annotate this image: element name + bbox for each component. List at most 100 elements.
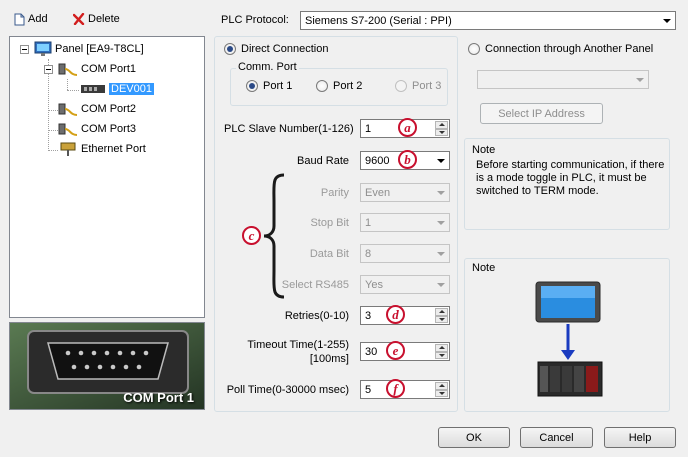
another-panel-radio[interactable]: Connection through Another Panel: [468, 43, 653, 55]
tree-item-dev001[interactable]: DEV001: [80, 81, 154, 97]
poll-time-value: 5: [365, 383, 372, 396]
connection-diagram: [535, 281, 603, 397]
radio-selected-icon: [246, 80, 258, 92]
data-bit-label: Data Bit: [309, 248, 349, 260]
tree-label-com-port2: COM Port2: [81, 103, 137, 115]
new-document-icon: [14, 13, 25, 25]
poll-time-label: Poll Time(0-30000 msec): [226, 384, 349, 396]
spin-buttons[interactable]: [435, 121, 448, 136]
port2-label: Port 2: [333, 80, 363, 92]
retries-input[interactable]: 3: [360, 306, 450, 325]
data-bit-value: 8: [365, 247, 372, 260]
callout-e: e: [386, 341, 405, 360]
select-ip-button[interactable]: Select IP Address: [480, 103, 603, 124]
radio-unselected-icon: [468, 43, 480, 55]
chevron-down-icon: [433, 246, 448, 261]
device-tree[interactable]: Panel [EA9-T8CL] COM Port1 DEV001 COM Po…: [9, 36, 205, 318]
callout-f: f: [386, 379, 405, 398]
tree-label-panel: Panel [EA9-T8CL]: [55, 43, 144, 55]
slave-number-label: PLC Slave Number(1-126): [224, 123, 354, 135]
rs485-select[interactable]: Yes: [360, 275, 450, 294]
stop-bit-label: Stop Bit: [310, 217, 349, 229]
tree-item-com-port1[interactable]: COM Port1: [58, 61, 136, 77]
parity-select[interactable]: Even: [360, 183, 450, 202]
note1-title: Note: [472, 144, 496, 156]
chevron-down-icon: [659, 13, 674, 28]
tree-label-com-port1: COM Port1: [81, 63, 137, 75]
tree-label-com-port3: COM Port3: [81, 123, 137, 135]
add-button[interactable]: Add: [14, 10, 48, 28]
port3-radio[interactable]: Port 3: [395, 80, 441, 92]
spin-buttons[interactable]: [435, 308, 448, 323]
plc-protocol-label: PLC Protocol:: [221, 14, 289, 26]
retries-label: Retries(0-10): [284, 310, 349, 322]
retries-value: 3: [365, 309, 372, 322]
slave-number-value: 1: [365, 122, 372, 135]
timeout-label-line2: [100ms]: [309, 353, 349, 365]
chevron-down-icon: [433, 153, 448, 168]
parity-label: Parity: [320, 187, 349, 199]
plc-protocol-value: Siemens S7-200 (Serial : PPI): [305, 14, 452, 27]
comm-port-label: Comm. Port: [236, 61, 299, 73]
tree-item-com-port2[interactable]: COM Port2: [58, 101, 136, 117]
help-button[interactable]: Help: [604, 427, 676, 448]
delete-button[interactable]: Delete: [73, 10, 120, 28]
delete-x-icon: [73, 13, 85, 25]
ok-button[interactable]: OK: [438, 427, 510, 448]
chevron-down-icon: [433, 277, 448, 292]
baud-rate-value: 9600: [365, 154, 390, 167]
note2-title: Note: [472, 262, 496, 274]
serial-cable-icon: [58, 63, 78, 76]
port2-radio[interactable]: Port 2: [316, 80, 362, 92]
callout-a: a: [398, 118, 417, 137]
baud-rate-label: Baud Rate: [297, 155, 349, 167]
callout-c: c: [242, 226, 261, 245]
tree-label-dev001: DEV001: [109, 83, 154, 95]
callout-d: d: [386, 305, 405, 324]
timeout-value: 30: [365, 345, 378, 358]
panel-collapse-toggle[interactable]: [20, 45, 29, 54]
radio-unselected-icon: [316, 80, 328, 92]
plc-device-icon: [81, 85, 105, 93]
port1-radio[interactable]: Port 1: [246, 80, 292, 92]
add-label: Add: [28, 13, 48, 25]
timeout-input[interactable]: 30: [360, 342, 450, 361]
spin-buttons[interactable]: [435, 344, 448, 359]
timeout-label: Timeout Time(1-255) [100ms]: [230, 338, 349, 366]
tree-item-com-port3[interactable]: COM Port3: [58, 121, 136, 137]
radio-selected-icon: [224, 43, 236, 55]
port1-label: Port 1: [263, 80, 293, 92]
timeout-label-line1: Timeout Time(1-255): [247, 339, 349, 351]
tree-item-panel[interactable]: Panel [EA9-T8CL]: [34, 41, 144, 57]
poll-time-input[interactable]: 5: [360, 380, 450, 399]
chevron-down-icon: [433, 215, 448, 230]
note1-text: Before starting communication, if there …: [476, 159, 665, 197]
preview-caption: COM Port 1: [123, 390, 194, 405]
ethernet-icon: [60, 142, 76, 156]
plc-protocol-select[interactable]: Siemens S7-200 (Serial : PPI): [300, 11, 676, 30]
radio-unselected-icon: [395, 80, 407, 92]
tree-label-ethernet-port: Ethernet Port: [81, 143, 146, 155]
another-panel-select[interactable]: [477, 70, 649, 89]
com1-collapse-toggle[interactable]: [44, 65, 53, 74]
spin-buttons[interactable]: [435, 382, 448, 397]
serial-cable-icon: [58, 123, 78, 136]
chevron-down-icon: [632, 72, 647, 87]
cancel-button[interactable]: Cancel: [520, 427, 593, 448]
stop-bit-select[interactable]: 1: [360, 213, 450, 232]
direct-connection-radio[interactable]: Direct Connection: [224, 43, 328, 55]
com-port-preview: COM Port 1: [9, 322, 205, 410]
direct-connection-label: Direct Connection: [241, 43, 329, 55]
another-panel-label: Connection through Another Panel: [485, 43, 654, 55]
chevron-down-icon: [433, 185, 448, 200]
monitor-icon: [34, 41, 52, 56]
rs485-value: Yes: [365, 278, 383, 291]
delete-label: Delete: [88, 13, 120, 25]
rs485-label: Select RS485: [281, 279, 349, 291]
data-bit-select[interactable]: 8: [360, 244, 450, 263]
port3-label: Port 3: [412, 80, 442, 92]
tree-item-ethernet-port[interactable]: Ethernet Port: [58, 141, 146, 157]
parity-value: Even: [365, 186, 391, 199]
stop-bit-value: 1: [365, 216, 372, 229]
serial-cable-icon: [58, 103, 78, 116]
